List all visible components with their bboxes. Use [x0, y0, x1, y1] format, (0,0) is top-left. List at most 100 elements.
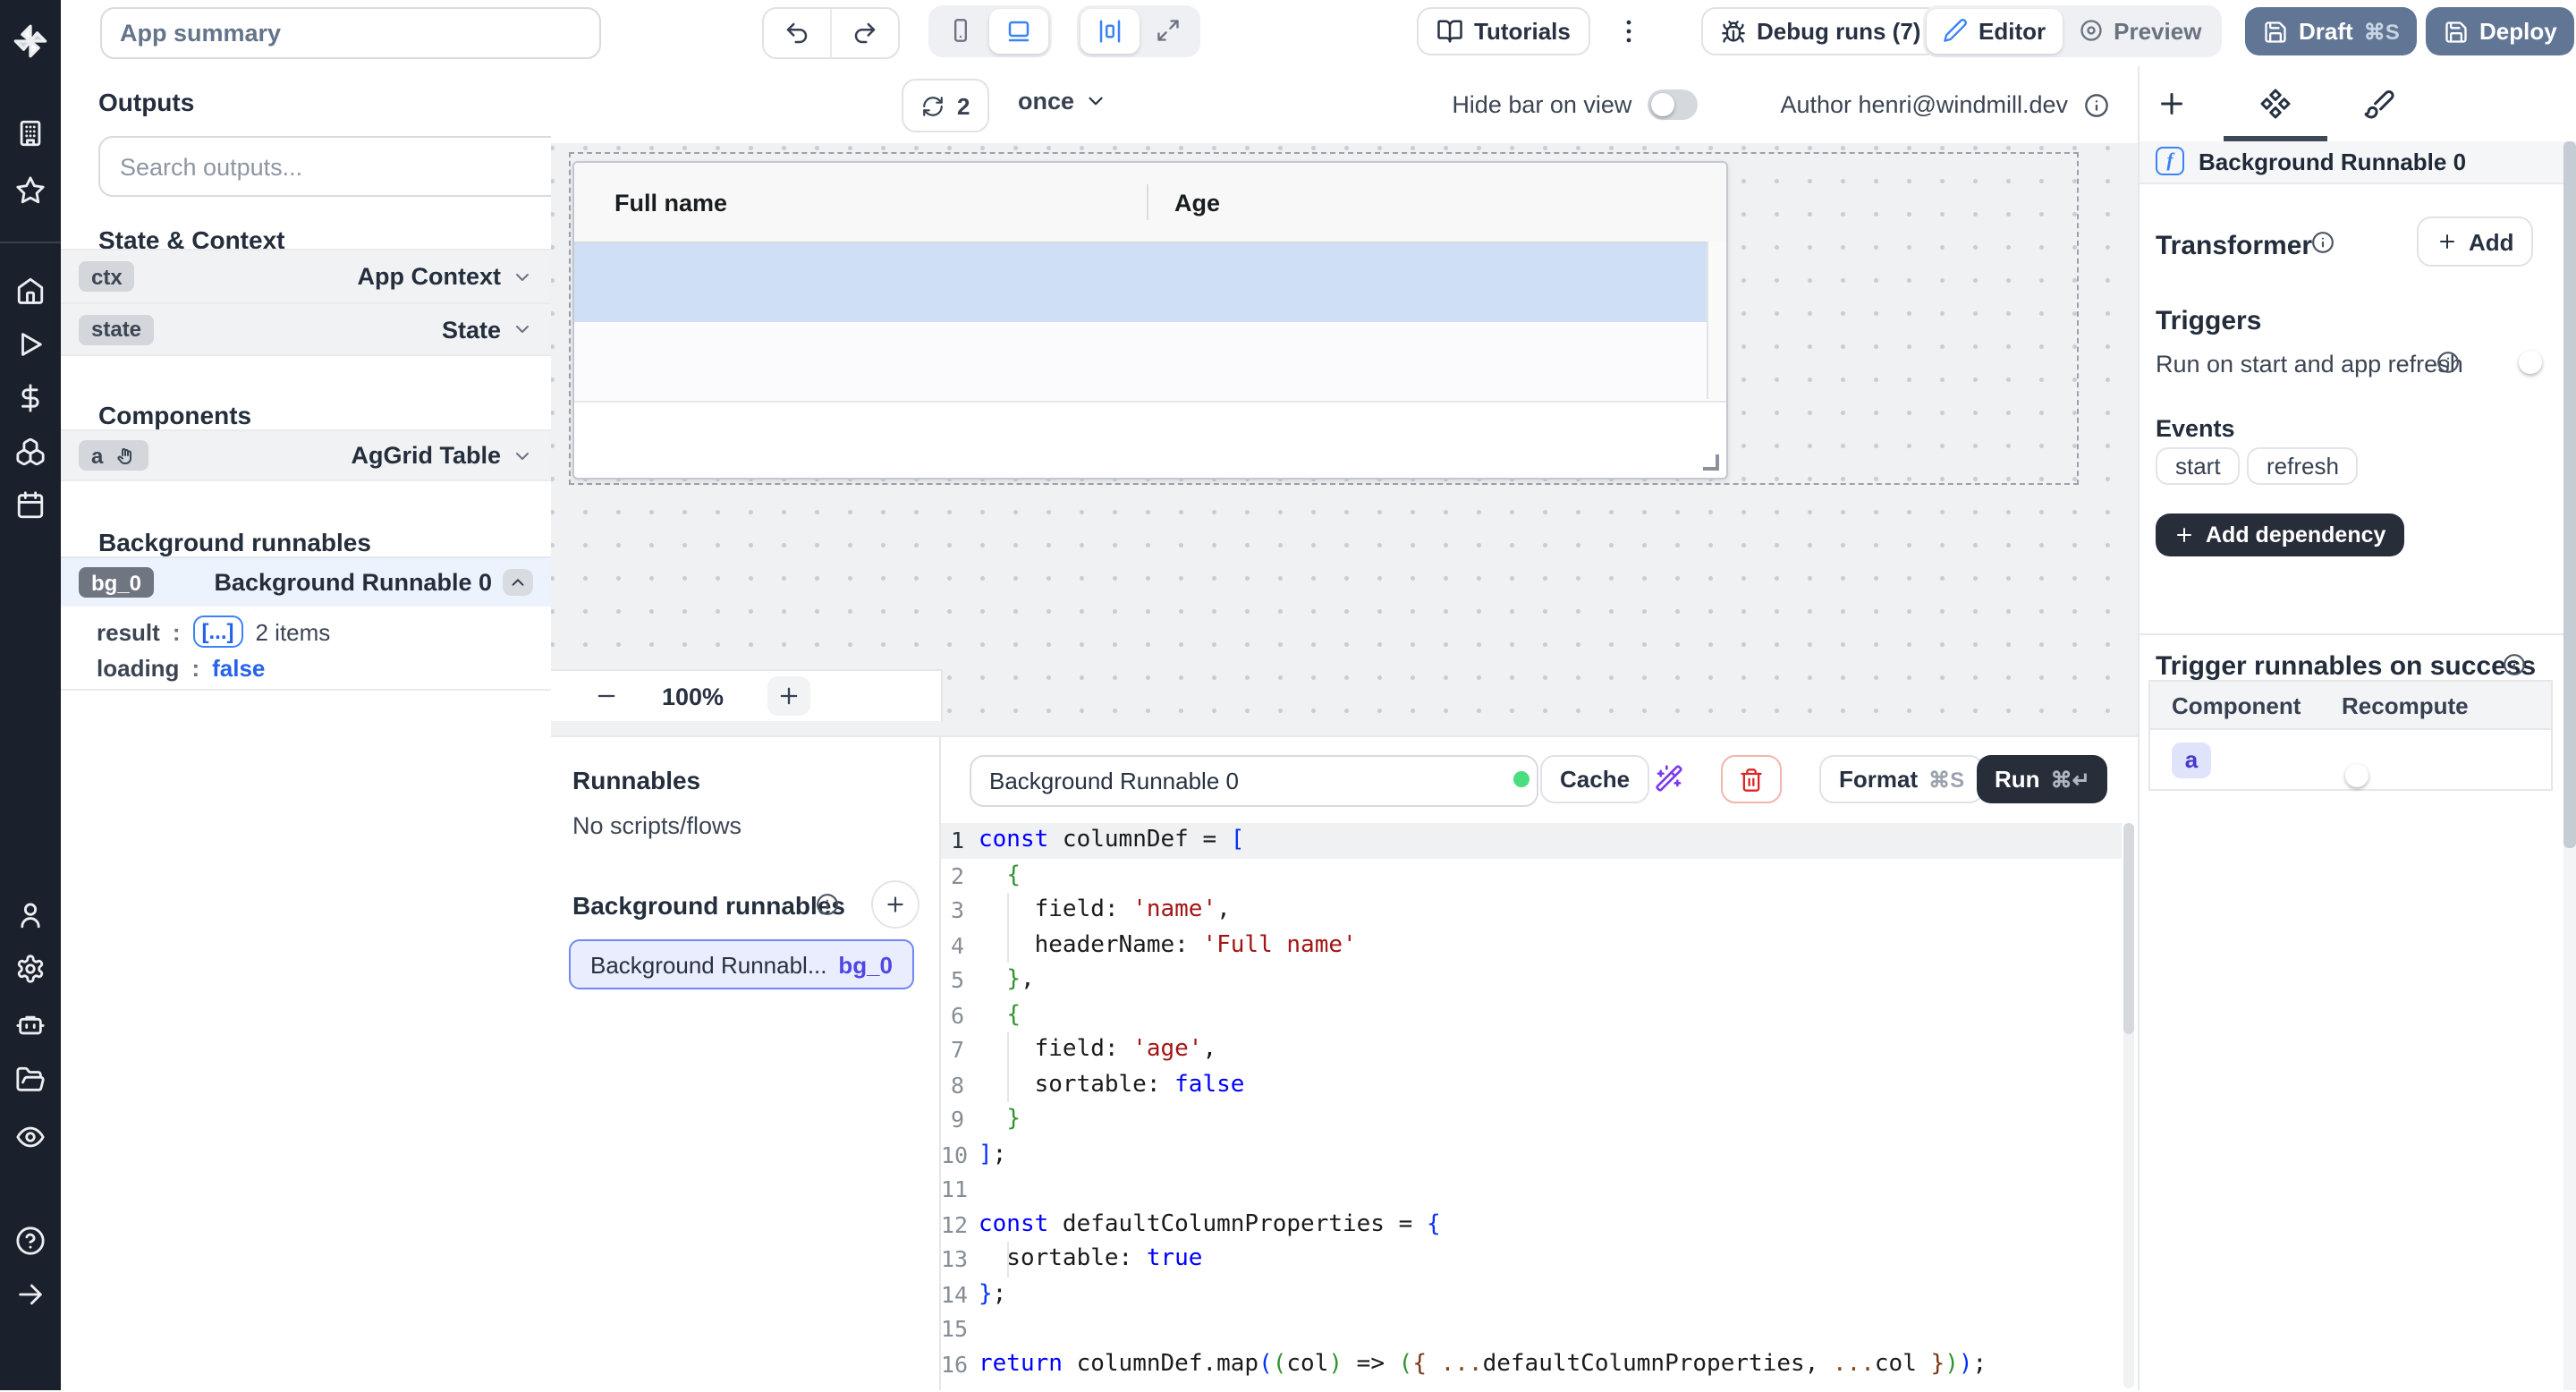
refresh-count-box[interactable]: 2	[902, 79, 989, 132]
info-icon[interactable]	[2084, 92, 2109, 117]
add-dependency-button[interactable]: Add dependency	[2156, 514, 2403, 556]
code-line[interactable]: 1const columnDef = [	[941, 823, 2122, 858]
mobile-view-button[interactable]	[932, 8, 989, 53]
app-summary-input[interactable]	[100, 7, 601, 59]
windmill-logo-icon[interactable]	[13, 23, 48, 59]
styling-tab[interactable]	[2363, 88, 2395, 120]
center-layout-button[interactable]	[1080, 8, 1140, 53]
output-row-bg0[interactable]: bg_0 Background Runnable 0	[61, 556, 551, 607]
background-runnable-item[interactable]: Background Runnabl... bg_0	[569, 939, 914, 989]
editor-scrollbar-thumb[interactable]	[2123, 823, 2134, 1034]
debug-runs-button[interactable]: Debug runs (7)	[1701, 7, 1940, 55]
info-icon[interactable]	[2503, 653, 2526, 676]
star-icon[interactable]	[15, 175, 46, 206]
resize-handle-icon[interactable]	[1702, 454, 1718, 471]
code-line[interactable]: 8 sortable: false	[941, 1067, 2122, 1102]
output-row-component-a[interactable]: a AgGrid Table	[61, 429, 551, 481]
help-circle-icon[interactable]	[15, 1226, 46, 1256]
info-icon[interactable]	[2436, 351, 2460, 374]
chevron-down-icon[interactable]	[512, 266, 533, 287]
zoom-in-button[interactable]	[767, 676, 809, 716]
code-line[interactable]: 14};	[941, 1277, 2122, 1311]
code-line[interactable]: 2 {	[941, 858, 2122, 893]
info-icon[interactable]	[2311, 231, 2334, 254]
code-lines[interactable]: 1const columnDef = [2 {3 field: 'name',4…	[941, 823, 2122, 1392]
chevron-down-icon[interactable]	[512, 318, 533, 340]
chevron-up-icon[interactable]	[503, 569, 533, 596]
aggrid-scrollbar[interactable]	[1706, 242, 1725, 399]
event-chip-refresh[interactable]: refresh	[2247, 447, 2359, 485]
insert-component-tab[interactable]	[2155, 88, 2187, 120]
draft-button[interactable]: Draft ⌘S	[2245, 7, 2418, 55]
format-button[interactable]: Format ⌘S	[1819, 755, 1984, 803]
run-button[interactable]: Run ⌘↵	[1977, 755, 2108, 803]
code-line[interactable]: 9 }	[941, 1102, 2122, 1137]
cache-button[interactable]: Cache	[1540, 755, 1649, 803]
result-row[interactable]: result: [...] 2 items	[97, 615, 330, 648]
boxes-icon[interactable]	[15, 437, 46, 467]
fullwidth-layout-button[interactable]	[1140, 8, 1197, 53]
code-line[interactable]: 4 headerName: 'Full name'	[941, 928, 2122, 963]
top-toolbar: Tutorials Debug runs (7) Editor Preview …	[61, 0, 2576, 68]
building-icon[interactable]	[15, 118, 46, 149]
run-on-start-label: Run on start and app refresh	[2156, 351, 2463, 378]
aggrid-column-age[interactable]: Age	[1174, 189, 1220, 216]
user-icon[interactable]	[15, 900, 46, 930]
gear-icon[interactable]	[15, 954, 46, 984]
calendar-icon[interactable]	[15, 490, 46, 521]
add-transformer-button[interactable]: Add	[2417, 216, 2534, 267]
editor-tab[interactable]: Editor	[1927, 8, 2062, 53]
search-outputs-input[interactable]	[98, 136, 571, 197]
code-line[interactable]: 13 sortable: true	[941, 1242, 2122, 1277]
arrow-right-icon[interactable]	[15, 1279, 46, 1310]
code-line[interactable]: 12const defaultColumnProperties = {	[941, 1207, 2122, 1242]
deploy-button[interactable]: Deploy	[2426, 7, 2575, 55]
aggrid-row[interactable]	[573, 322, 1725, 403]
preview-tab[interactable]: Preview	[2062, 8, 2217, 53]
code-line[interactable]: 5 },	[941, 963, 2122, 997]
delete-runnable-button[interactable]	[1721, 755, 1782, 803]
aggrid-column-fullname[interactable]: Full name	[573, 189, 727, 216]
dollar-sign-icon[interactable]	[15, 383, 46, 413]
robot-icon[interactable]	[15, 1009, 46, 1040]
code-line[interactable]: 7 field: 'age',	[941, 1032, 2122, 1067]
code-line[interactable]: 11	[941, 1172, 2122, 1207]
app-canvas[interactable]: Full name Age 100%	[551, 143, 2140, 735]
event-chip-start[interactable]: start	[2156, 447, 2241, 485]
hide-bar-toggle[interactable]	[1648, 89, 1698, 120]
play-icon[interactable]	[15, 329, 46, 360]
frequency-select[interactable]: once	[1018, 88, 1106, 115]
loading-row[interactable]: loading: false	[97, 655, 265, 682]
code-line[interactable]: 16return columnDef.map((col) => ({ ...de…	[941, 1346, 2122, 1381]
code-line[interactable]: 6 {	[941, 997, 2122, 1032]
code-line[interactable]: 3 field: 'name',	[941, 893, 2122, 928]
folder-open-icon[interactable]	[15, 1065, 46, 1095]
runnable-name-input[interactable]	[970, 755, 1538, 807]
component-a-chip[interactable]: a	[2172, 742, 2211, 777]
component-settings-tab[interactable]	[2259, 88, 2292, 120]
aggrid-table-component[interactable]: Full name Age	[572, 161, 1727, 480]
redo-button[interactable]	[830, 9, 898, 57]
home-icon[interactable]	[15, 276, 46, 306]
editor-scrollbar[interactable]	[2123, 823, 2134, 1388]
output-row-ctx[interactable]: ctx App Context	[61, 249, 551, 302]
aggrid-selected-row[interactable]	[573, 243, 1725, 322]
ai-wand-icon[interactable]	[1655, 764, 1683, 793]
chevron-down-icon[interactable]	[512, 445, 533, 466]
column-separator[interactable]	[1146, 184, 1148, 220]
code-line[interactable]: 15	[941, 1311, 2122, 1346]
zoom-out-button[interactable]	[594, 683, 619, 709]
right-panel-scrollbar-thumb[interactable]	[2563, 140, 2576, 847]
more-menu-button[interactable]	[1614, 16, 1644, 47]
right-panel-scrollbar[interactable]	[2563, 140, 2576, 1389]
add-background-runnable-button[interactable]	[871, 880, 919, 929]
tutorials-button[interactable]: Tutorials	[1417, 7, 1590, 55]
eye-icon[interactable]	[15, 1122, 46, 1152]
undo-button[interactable]	[764, 9, 830, 57]
desktop-view-button[interactable]	[989, 8, 1048, 53]
line-number: 6	[941, 1002, 964, 1029]
info-icon[interactable]	[816, 893, 839, 916]
code-line[interactable]: 10];	[941, 1137, 2122, 1172]
output-row-state[interactable]: state State	[61, 302, 551, 356]
result-expand-box[interactable]: [...]	[193, 615, 243, 648]
